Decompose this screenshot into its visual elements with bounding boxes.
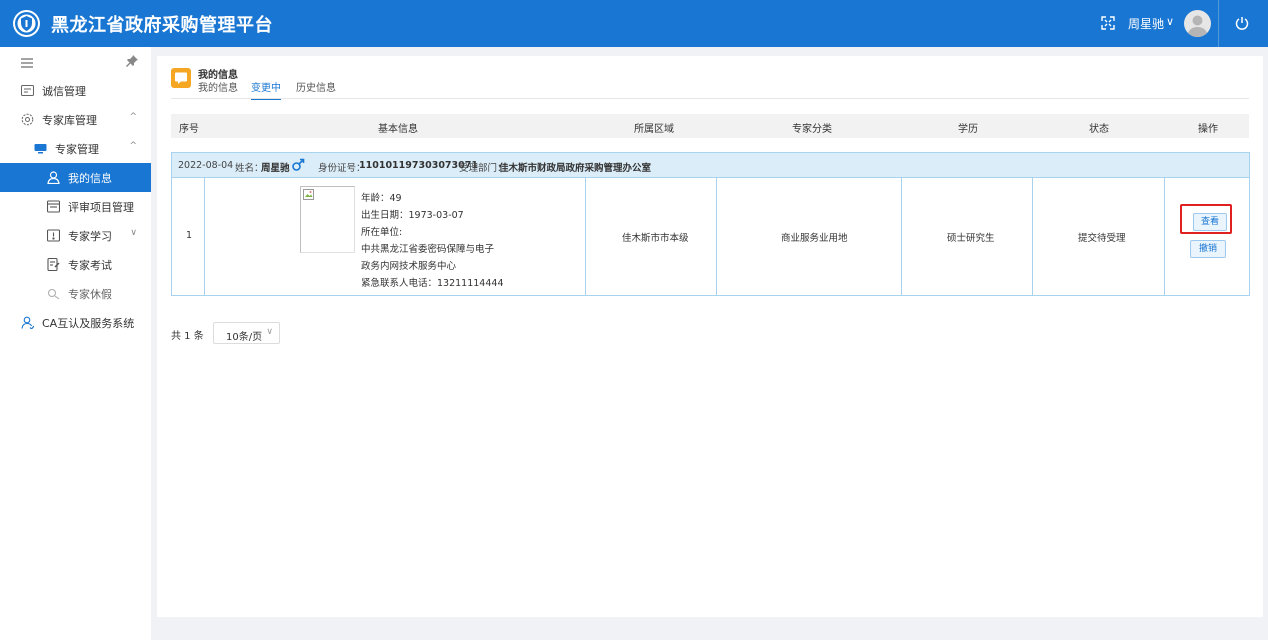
column-header-status: 状态: [1089, 124, 1109, 135]
total-count: 共 1 条: [171, 331, 204, 342]
table-row: 1 年龄：49 出生日期：1973-03-07 所在单位: 中共黑龙江省委密码保…: [171, 177, 1250, 296]
cell-divider: [585, 177, 586, 295]
sidebar-item-label: 我的信息: [68, 172, 112, 185]
exam-icon: [47, 258, 60, 271]
info-unit-line1: 中共黑龙江省委密码保障与电子: [361, 244, 495, 255]
window-icon: [47, 200, 60, 213]
settings-icon: [21, 113, 34, 126]
sidebar-item-credit[interactable]: 诚信管理: [0, 76, 151, 105]
avatar[interactable]: [1184, 10, 1211, 37]
header-divider: [1218, 0, 1219, 47]
highlight-box: [1180, 204, 1232, 234]
info-age: 年龄：49: [361, 193, 402, 204]
sidebar-item-label: 专家管理: [55, 143, 99, 156]
revoke-button[interactable]: 撤销: [1190, 240, 1226, 258]
app-title: 黑龙江省政府采购管理平台: [51, 15, 273, 36]
column-header-basic-info: 基本信息: [378, 124, 418, 135]
broken-image-icon: [303, 189, 314, 200]
info-birth-date: 出生日期：1973-03-07: [361, 210, 464, 221]
user-icon: [47, 171, 60, 184]
tab-my-info[interactable]: 我的信息: [198, 79, 238, 98]
info-unit-label: 所在单位:: [361, 227, 403, 238]
book-icon: [47, 229, 60, 242]
top-header: 黑龙江省政府采购管理平台 周星驰 ∨: [0, 0, 1268, 47]
cell-education: 硕士研究生: [947, 233, 995, 244]
message-icon: [171, 68, 191, 88]
sidebar-item-expert-mgmt[interactable]: 专家管理 ^: [0, 134, 151, 163]
tab-history[interactable]: 历史信息: [296, 79, 336, 98]
main-panel: 我的信息 我的信息 变更中 历史信息 序号 基本信息 所属区域 专家分类 学历 …: [157, 56, 1263, 617]
column-header-actions: 操作: [1198, 124, 1218, 135]
sidebar-item-label: 评审项目管理: [68, 201, 134, 214]
sidebar-item-label: 专家库管理: [42, 114, 97, 127]
page-size-value: 10条/页: [226, 332, 263, 343]
sidebar-item-label: 专家考试: [68, 259, 112, 272]
sidebar-item-expert-exam[interactable]: 专家考试: [0, 250, 151, 279]
cell-divider: [1164, 177, 1165, 295]
column-header-index: 序号: [179, 124, 199, 135]
sidebar-item-label: 专家学习: [68, 230, 112, 243]
chevron-down-icon: ∨: [130, 228, 137, 238]
expert-photo: [300, 186, 355, 253]
table-header: 序号 基本信息 所属区域 专家分类 学历 状态 操作: [171, 114, 1249, 138]
cell-index: 1: [186, 230, 193, 241]
record-header: 2022-08-04 姓名： 周星驰 身份证号： 110101197303073…: [171, 152, 1250, 178]
chevron-up-icon: ^: [129, 112, 137, 122]
sidebar-item-review-projects[interactable]: 评审项目管理: [0, 192, 151, 221]
tab-changing[interactable]: 变更中: [251, 79, 281, 100]
fullscreen-icon[interactable]: [1101, 16, 1115, 30]
male-icon: [292, 158, 305, 171]
ca-user-icon: [21, 316, 34, 329]
sidebar-item-my-info[interactable]: 我的信息: [0, 163, 151, 192]
pin-icon[interactable]: [126, 55, 138, 67]
menu-icon[interactable]: [21, 57, 33, 68]
record-dept: 佳木斯市财政局政府采购管理办公室: [499, 163, 652, 174]
chevron-up-icon: ^: [129, 141, 137, 151]
info-phone: 紧急联系人电话：13211114444: [361, 278, 504, 289]
cell-status: 提交待受理: [1078, 233, 1126, 244]
cell-divider: [204, 177, 205, 295]
power-icon[interactable]: [1234, 15, 1250, 31]
chevron-down-icon[interactable]: ∨: [1166, 15, 1174, 28]
cell-region: 佳木斯市市本级: [622, 233, 689, 244]
column-header-education: 学历: [958, 124, 978, 135]
vacation-icon: [48, 289, 60, 300]
sidebar-item-expert-study[interactable]: 专家学习 ∨: [0, 221, 151, 250]
sidebar-item-label: CA互认及服务系统: [42, 317, 135, 330]
sidebar: 诚信管理 专家库管理 ^ 专家管理 ^ 我的信息 评审项目管理 专家学习 ∨ 专…: [0, 47, 151, 640]
record-date: 2022-08-04: [178, 160, 234, 171]
sidebar-top: [0, 47, 151, 76]
cell-divider: [716, 177, 717, 295]
cell-category: 商业服务业用地: [781, 233, 848, 244]
cell-divider: [1032, 177, 1033, 295]
page-size-select[interactable]: 10条/页 ∨: [213, 322, 280, 344]
sidebar-item-expert-vacation[interactable]: 专家休假: [0, 279, 151, 308]
chevron-down-icon: ∨: [266, 327, 273, 337]
sidebar-item-label: 诚信管理: [42, 85, 86, 98]
column-header-category: 专家分类: [792, 124, 832, 135]
column-header-region: 所属区域: [634, 124, 674, 135]
sidebar-item-label: 专家休假: [68, 288, 112, 301]
sidebar-item-expert-lib[interactable]: 专家库管理 ^: [0, 105, 151, 134]
name-label: 姓名：: [235, 163, 264, 174]
user-name[interactable]: 周星驰: [1128, 15, 1164, 32]
monitor-icon: [34, 144, 47, 154]
tabs-divider: [171, 98, 1249, 99]
cell-divider: [901, 177, 902, 295]
logo-icon: [13, 10, 40, 37]
record-name: 周星驰: [261, 163, 290, 174]
info-unit-line2: 政务内网技术服务中心: [361, 261, 457, 272]
credit-icon: [21, 85, 34, 96]
sidebar-item-ca-system[interactable]: CA互认及服务系统: [0, 308, 151, 337]
